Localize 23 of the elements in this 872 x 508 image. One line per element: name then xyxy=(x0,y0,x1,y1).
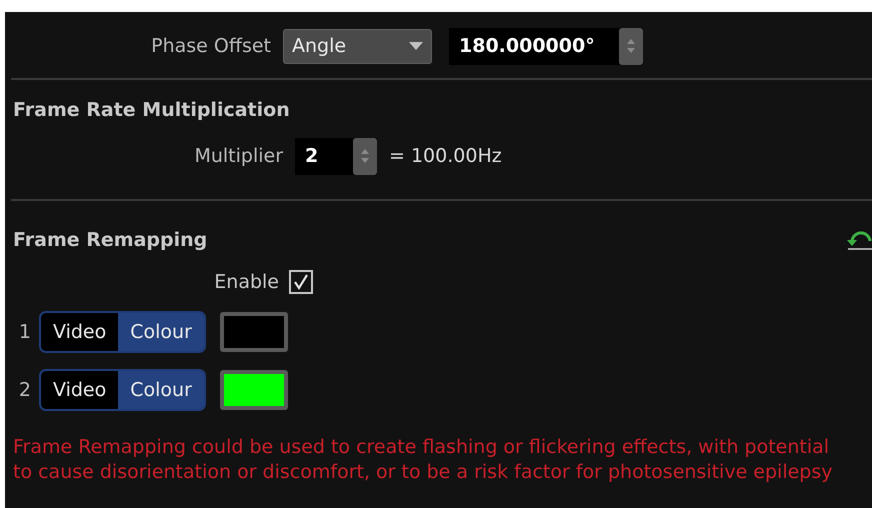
spinner-icon[interactable] xyxy=(619,28,643,64)
section-heading: Frame Rate Multiplication xyxy=(12,98,291,123)
field-label: Phase Offset xyxy=(150,34,272,59)
field-label: Multiplier xyxy=(193,144,284,169)
colour-swatch[interactable] xyxy=(220,312,288,352)
segment-tab[interactable]: Colour xyxy=(118,371,204,409)
reset-icon[interactable] xyxy=(846,229,872,251)
number-field[interactable]: 180.000000° xyxy=(449,28,643,64)
spinner-icon[interactable] xyxy=(353,138,377,174)
dropdown[interactable]: Angle xyxy=(283,28,432,64)
caret-icon xyxy=(409,42,423,50)
section-heading: Frame Remapping xyxy=(13,228,208,253)
colour-swatch[interactable] xyxy=(220,370,288,410)
number-field[interactable]: 2 xyxy=(295,138,377,174)
segment-tab[interactable]: Video xyxy=(41,313,118,351)
segment-tab[interactable]: Video xyxy=(41,371,118,409)
row-number: 2 xyxy=(18,378,32,403)
field-label: Enable xyxy=(213,270,280,295)
result-text: = 100.00Hz xyxy=(389,144,502,169)
warning-text: Frame Remapping could be used to create flashing or flickering effects, with potential to cause disorientation or discomfort, or to be a risk factor for photosensitive epilepsy xyxy=(12,435,834,485)
segment-tab[interactable]: Colour xyxy=(118,313,204,351)
row-number: 1 xyxy=(18,320,32,345)
checkbox[interactable] xyxy=(289,270,313,294)
